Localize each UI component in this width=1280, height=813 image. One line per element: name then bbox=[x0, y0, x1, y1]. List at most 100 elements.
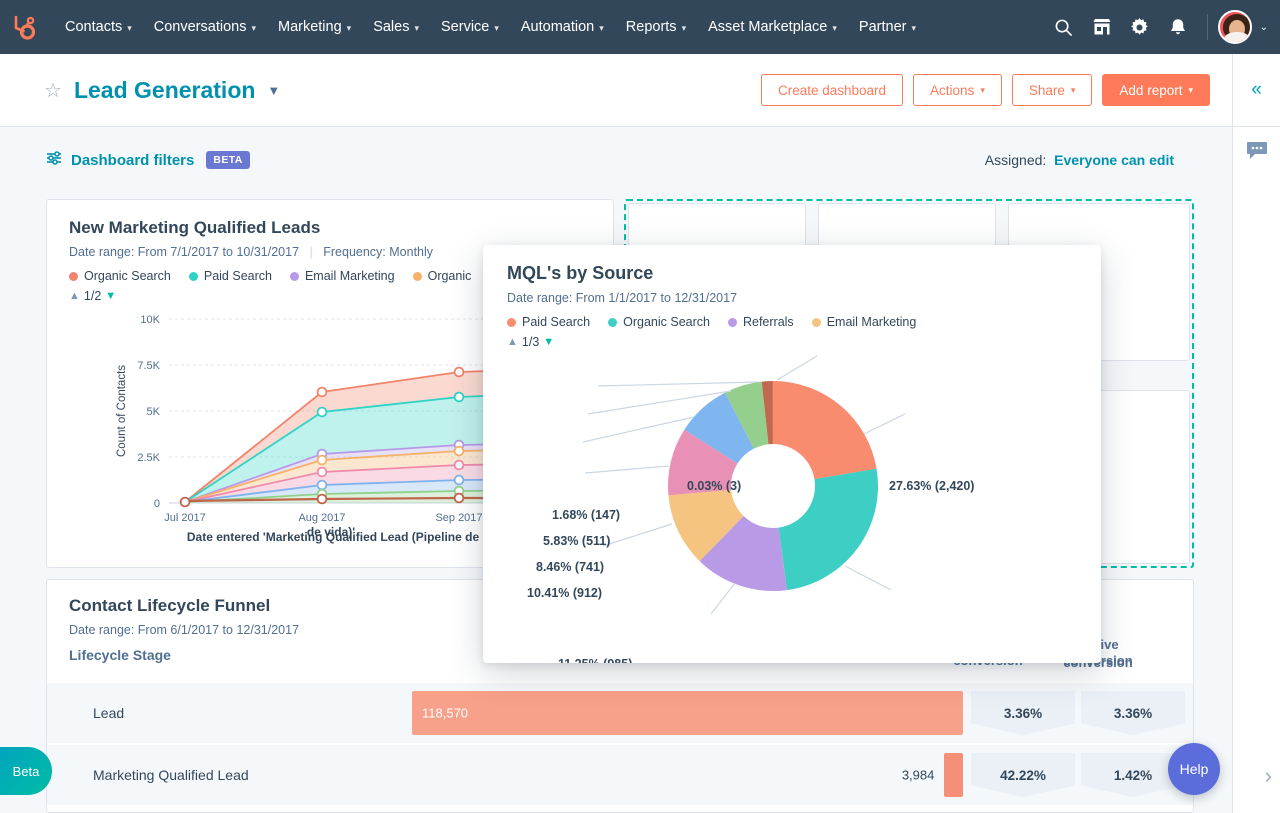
donut-label-6: 8.46% (741) bbox=[536, 560, 604, 574]
funnel-bar-track: 118,570 bbox=[412, 691, 963, 735]
svg-text:2.5K: 2.5K bbox=[137, 452, 160, 464]
donut-slice-organic-search bbox=[779, 469, 878, 590]
beta-pill-button[interactable]: Beta bbox=[0, 747, 52, 795]
button-label: Create dashboard bbox=[778, 83, 886, 98]
legend-color-dot bbox=[413, 272, 422, 281]
gear-icon[interactable] bbox=[1121, 0, 1159, 54]
legend-page-indicator: 1/2 bbox=[84, 289, 101, 303]
nav-item-sales[interactable]: Sales ▾ bbox=[362, 0, 430, 54]
dashboard-page: Contacts ▾ Conversations ▾ Marketing ▾ S… bbox=[0, 0, 1280, 813]
chevron-down-icon: ▾ bbox=[832, 23, 837, 34]
chevron-down-icon: ▾ bbox=[599, 23, 604, 34]
popup-title: MQL's by Source bbox=[507, 263, 1079, 284]
chevron-down-icon: ▾ bbox=[127, 23, 132, 34]
nav-label: Automation bbox=[521, 19, 594, 35]
add-report-button[interactable]: Add report ▾ bbox=[1102, 74, 1210, 106]
nav-label: Asset Marketplace bbox=[708, 19, 827, 35]
svg-text:10K: 10K bbox=[140, 314, 160, 326]
donut-label-4: 11.25% (985) bbox=[558, 657, 632, 663]
x-tick-label: Aug 2017 bbox=[298, 512, 345, 524]
conversion-cell: 42.22% bbox=[971, 753, 1075, 797]
dashboard-filter-bar: Dashboard filters BETA Assigned: Everyon… bbox=[0, 127, 1232, 193]
nav-item-contacts[interactable]: Contacts ▾ bbox=[54, 0, 143, 54]
button-label: Actions bbox=[930, 83, 974, 98]
beta-badge: BETA bbox=[206, 151, 249, 169]
card-title: New Marketing Qualified Leads bbox=[69, 218, 593, 238]
button-label: Add report bbox=[1119, 83, 1182, 98]
legend-item[interactable]: Organic Search bbox=[608, 315, 710, 329]
favorite-star-icon[interactable]: ☆ bbox=[44, 78, 62, 103]
legend-page-up-icon[interactable]: ▲ bbox=[507, 336, 518, 348]
svg-text:0: 0 bbox=[154, 498, 160, 510]
donut-slice-paid-search bbox=[773, 381, 877, 479]
dashboard-selector-chevron-down-icon[interactable]: ▼ bbox=[267, 83, 280, 98]
legend-item[interactable]: Paid Search bbox=[507, 315, 590, 329]
help-button[interactable]: Help bbox=[1168, 743, 1220, 795]
nav-label: Contacts bbox=[65, 19, 122, 35]
page-title[interactable]: Lead Generation bbox=[74, 77, 255, 104]
x-tick-label: Sep 2017 bbox=[435, 512, 482, 524]
date-range-text: Date range: From 1/1/2017 to 12/31/2017 bbox=[507, 291, 1079, 305]
legend-color-dot bbox=[290, 272, 299, 281]
nav-item-reports[interactable]: Reports ▾ bbox=[615, 0, 697, 54]
search-icon[interactable] bbox=[1045, 0, 1083, 54]
legend-color-dot bbox=[608, 318, 617, 327]
legend-label: Organic Search bbox=[84, 269, 171, 283]
legend-color-dot bbox=[812, 318, 821, 327]
nav-item-partner[interactable]: Partner ▾ bbox=[848, 0, 927, 54]
chat-icon[interactable] bbox=[1233, 141, 1280, 161]
donut-label-1: 27.63% (2,420) bbox=[889, 479, 974, 493]
donut-label-7: 5.83% (511) bbox=[543, 534, 610, 548]
funnel-stage-name: Lead bbox=[47, 705, 347, 721]
legend-item[interactable]: Organic Search bbox=[69, 269, 171, 283]
legend-color-dot bbox=[189, 272, 198, 281]
create-dashboard-button[interactable]: Create dashboard bbox=[761, 74, 903, 106]
mql-by-source-popup-card[interactable]: MQL's by Source Date range: From 1/1/201… bbox=[483, 245, 1101, 663]
table-row[interactable]: Lead 118,570 3.36% 3.36% bbox=[47, 683, 1193, 743]
marketplace-icon[interactable] bbox=[1083, 0, 1121, 54]
avatar[interactable] bbox=[1218, 10, 1252, 44]
top-navigation-bar: Contacts ▾ Conversations ▾ Marketing ▾ S… bbox=[0, 0, 1280, 54]
chevron-down-icon: ▾ bbox=[251, 23, 256, 34]
legend-item[interactable]: Paid Search bbox=[189, 269, 272, 283]
account-chevron-down-icon[interactable]: ⌄ bbox=[1260, 22, 1268, 33]
nav-item-service[interactable]: Service ▾ bbox=[430, 0, 510, 54]
frequency-text: Frequency: Monthly bbox=[323, 245, 433, 259]
legend-page-up-icon[interactable]: ▲ bbox=[69, 290, 80, 302]
svg-text:7.5K: 7.5K bbox=[137, 360, 160, 372]
collapse-panel-icon[interactable]: « bbox=[1233, 54, 1280, 127]
funnel-bar-value: 118,570 bbox=[422, 706, 468, 721]
nav-item-automation[interactable]: Automation ▾ bbox=[510, 0, 615, 54]
legend-color-dot bbox=[728, 318, 737, 327]
legend-item[interactable]: Email Marketing bbox=[812, 315, 917, 329]
dashboard-filters-button[interactable]: Dashboard filters BETA bbox=[46, 151, 250, 170]
legend-item[interactable]: Referrals bbox=[728, 315, 794, 329]
chevron-down-icon: ▾ bbox=[1071, 85, 1076, 96]
legend-label: Email Marketing bbox=[305, 269, 395, 283]
chevron-down-icon: ▾ bbox=[980, 85, 985, 96]
share-button[interactable]: Share ▾ bbox=[1012, 74, 1093, 106]
chevron-down-icon: ▾ bbox=[911, 23, 916, 34]
funnel-stage-name: Marketing Qualified Lead bbox=[47, 767, 347, 783]
legend-page-down-icon[interactable]: ▼ bbox=[105, 290, 116, 302]
legend-label: Organic bbox=[428, 269, 472, 283]
legend-item[interactable]: Organic bbox=[413, 269, 472, 283]
funnel-bar-value: 3,984 bbox=[902, 768, 935, 783]
legend-item[interactable]: Email Marketing bbox=[290, 269, 395, 283]
nav-item-marketing[interactable]: Marketing ▾ bbox=[267, 0, 362, 54]
table-row[interactable]: Marketing Qualified Lead 3,984 42.22% 1.… bbox=[47, 745, 1193, 805]
chevron-down-icon: ▾ bbox=[414, 23, 419, 34]
nav-item-asset-marketplace[interactable]: Asset Marketplace ▾ bbox=[697, 0, 848, 54]
chevron-down-icon: ▾ bbox=[347, 23, 352, 34]
legend-page-down-icon[interactable]: ▼ bbox=[543, 336, 554, 348]
nav-utility-group: ⌄ bbox=[1045, 0, 1280, 54]
donut-chart[interactable]: x 27.63% (2,420) 20.24% (1,773) 14.46% (… bbox=[483, 351, 1101, 651]
notifications-icon[interactable] bbox=[1159, 0, 1197, 54]
next-chevron-icon[interactable]: › bbox=[1265, 763, 1272, 789]
legend-color-dot bbox=[69, 272, 78, 281]
actions-button[interactable]: Actions ▾ bbox=[913, 74, 1002, 106]
nav-item-conversations[interactable]: Conversations ▾ bbox=[143, 0, 267, 54]
hubspot-logo-icon[interactable] bbox=[0, 0, 46, 54]
nav-divider bbox=[1207, 14, 1208, 40]
assigned-value-link[interactable]: Everyone can edit bbox=[1054, 152, 1174, 168]
